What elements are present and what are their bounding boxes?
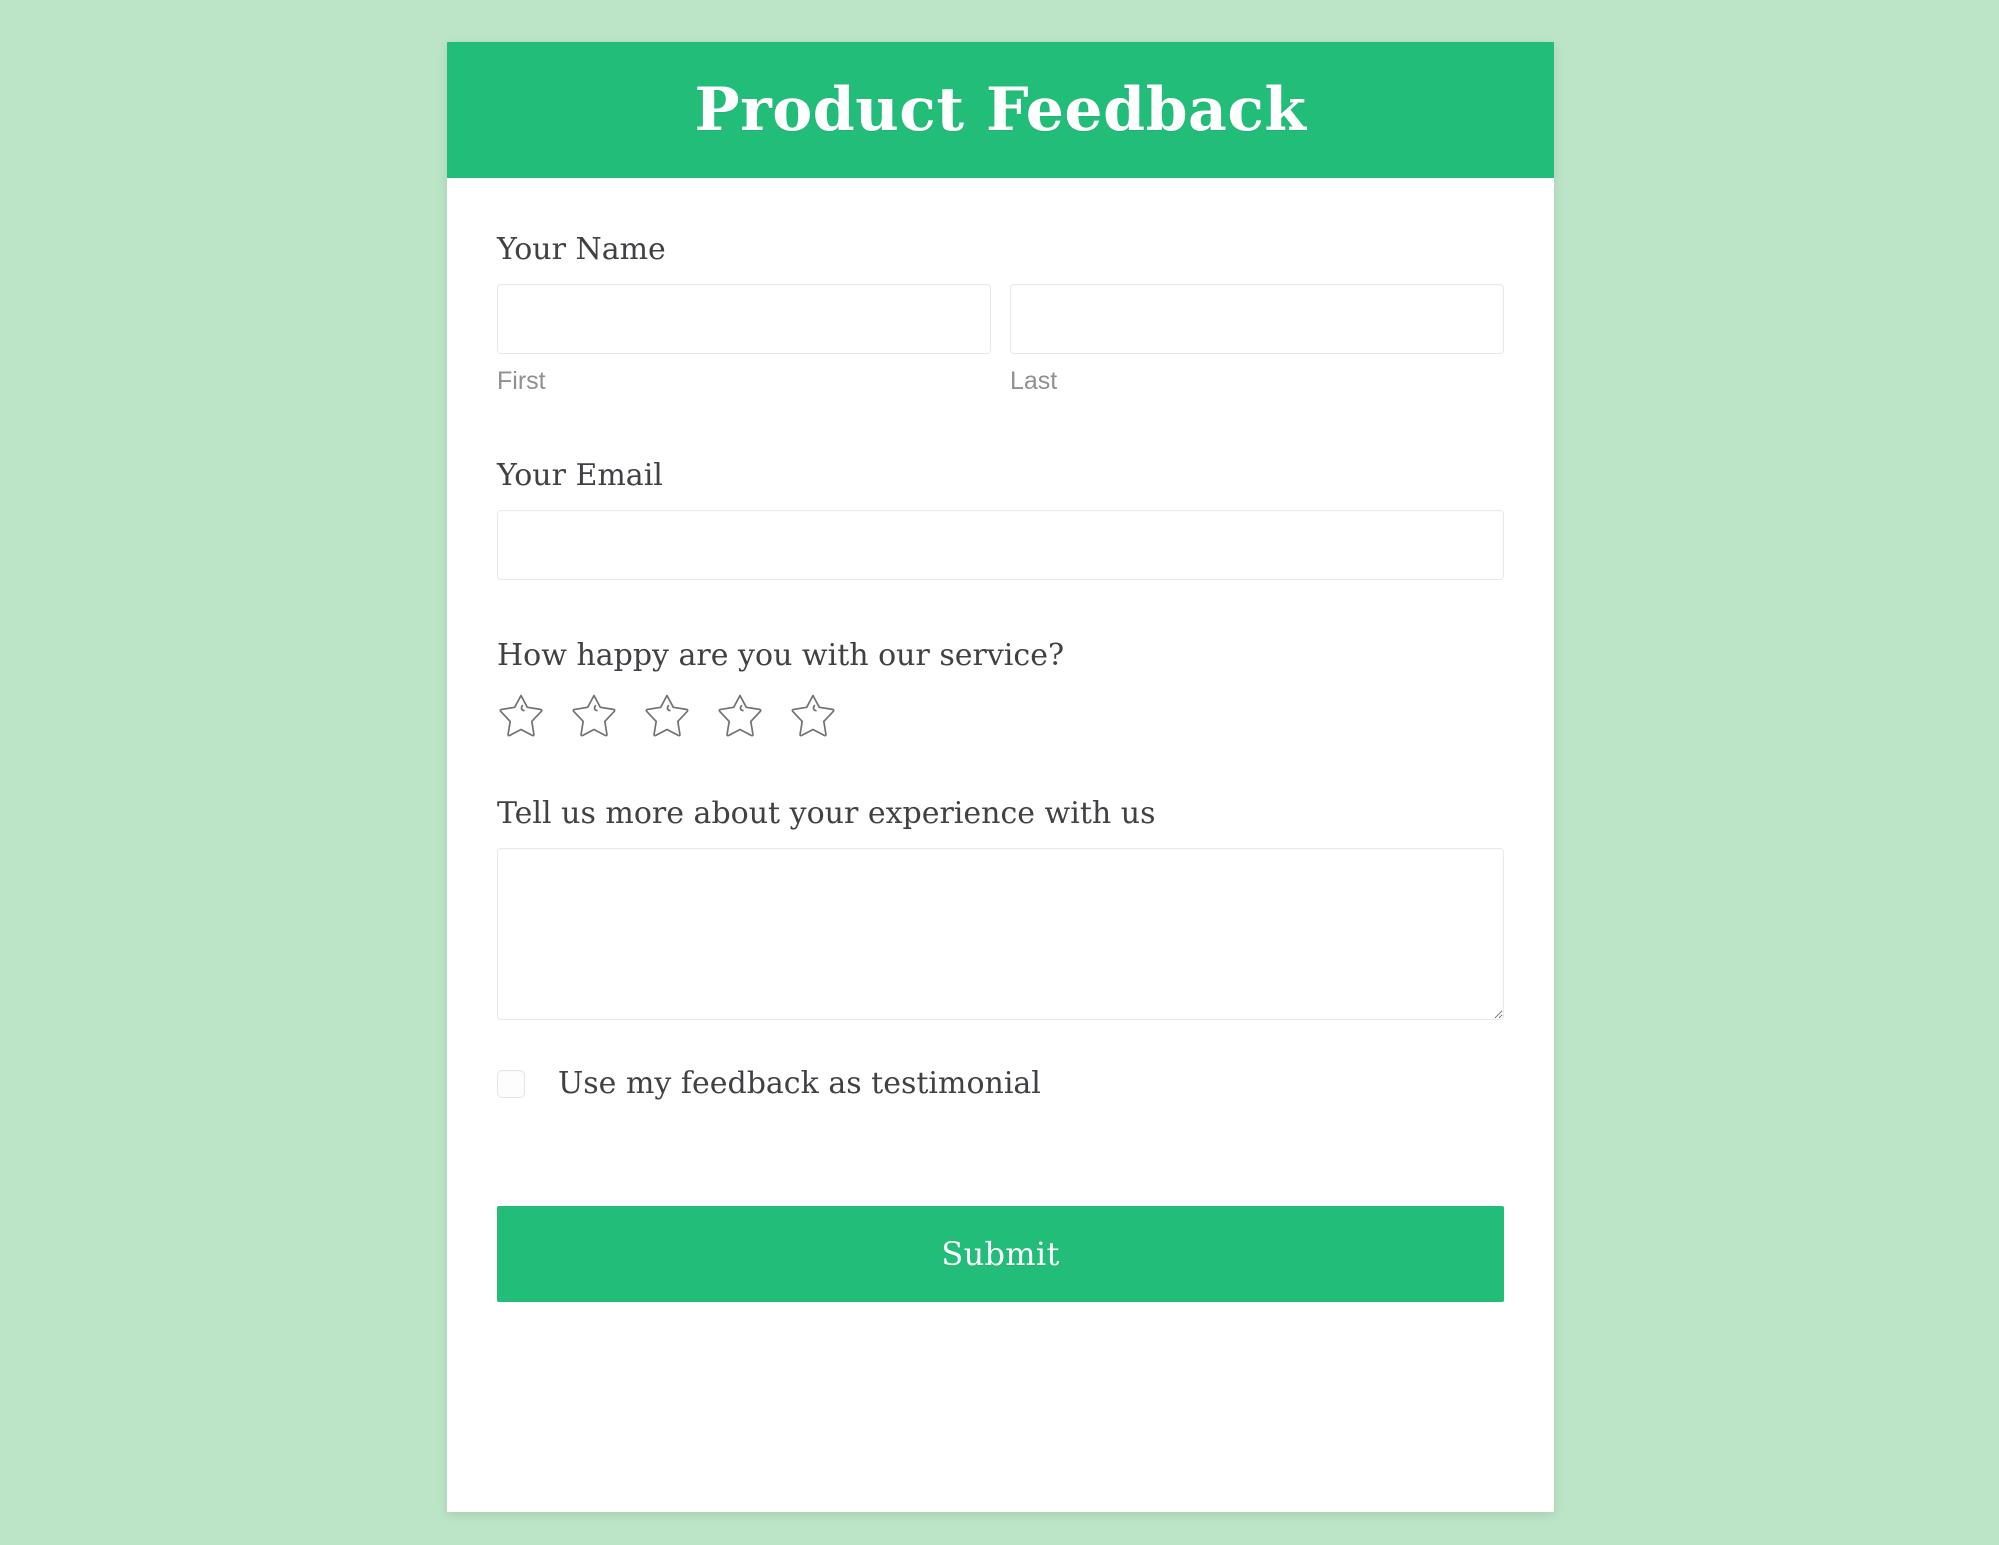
spacer-before-submit bbox=[497, 1102, 1504, 1206]
field-testimonial[interactable]: Use my feedback as testimonial bbox=[497, 1066, 1504, 1102]
last-name-sublabel: Last bbox=[1010, 367, 1058, 395]
star-rating-group[interactable] bbox=[497, 690, 1504, 738]
first-name-sublabel: First bbox=[497, 367, 546, 395]
service-rating-label: How happy are you with our service? bbox=[497, 637, 1065, 673]
name-row: First Last bbox=[497, 284, 1504, 396]
email-input[interactable] bbox=[497, 509, 1504, 580]
field-service-rating: How happy are you with our service? bbox=[497, 638, 1504, 738]
feedback-form-card: Product Feedback Your Name First Last Yo… bbox=[447, 42, 1554, 1512]
field-experience: Tell us more about your experience with … bbox=[497, 796, 1504, 1020]
star-outline-icon bbox=[718, 694, 762, 737]
star-outline-icon bbox=[791, 694, 835, 737]
first-name-input[interactable] bbox=[497, 284, 991, 354]
star-rating-5[interactable] bbox=[789, 690, 837, 738]
your-email-label: Your Email bbox=[497, 457, 663, 493]
experience-textarea[interactable] bbox=[497, 847, 1504, 1020]
form-header: Product Feedback bbox=[447, 42, 1554, 178]
spacer-after-textarea bbox=[497, 1020, 1504, 1066]
page-title: Product Feedback bbox=[694, 75, 1307, 145]
star-rating-1[interactable] bbox=[497, 690, 545, 738]
field-your-email: Your Email bbox=[497, 458, 1504, 580]
star-outline-icon bbox=[572, 694, 616, 737]
field-your-name: Your Name First Last bbox=[497, 232, 1504, 396]
page-root: Product Feedback Your Name First Last Yo… bbox=[0, 0, 1999, 1545]
star-outline-icon bbox=[645, 694, 689, 737]
spacer-after-name bbox=[497, 396, 1504, 458]
last-name-input[interactable] bbox=[1010, 284, 1504, 354]
star-rating-4[interactable] bbox=[716, 690, 764, 738]
testimonial-checkbox[interactable] bbox=[497, 1069, 525, 1098]
spacer-after-rating bbox=[497, 738, 1504, 796]
form-body: Your Name First Last Your Email How happ… bbox=[447, 178, 1554, 1302]
experience-label: Tell us more about your experience with … bbox=[497, 795, 1156, 831]
star-rating-3[interactable] bbox=[643, 690, 691, 738]
star-outline-icon bbox=[499, 694, 543, 737]
submit-button[interactable]: Submit bbox=[497, 1205, 1504, 1302]
testimonial-checkbox-label[interactable]: Use my feedback as testimonial bbox=[558, 1066, 1041, 1102]
spacer-after-email bbox=[497, 580, 1504, 638]
first-name-group: First bbox=[497, 284, 991, 396]
star-rating-2[interactable] bbox=[570, 690, 618, 738]
your-name-label: Your Name bbox=[497, 232, 666, 267]
last-name-group: Last bbox=[1010, 284, 1504, 396]
